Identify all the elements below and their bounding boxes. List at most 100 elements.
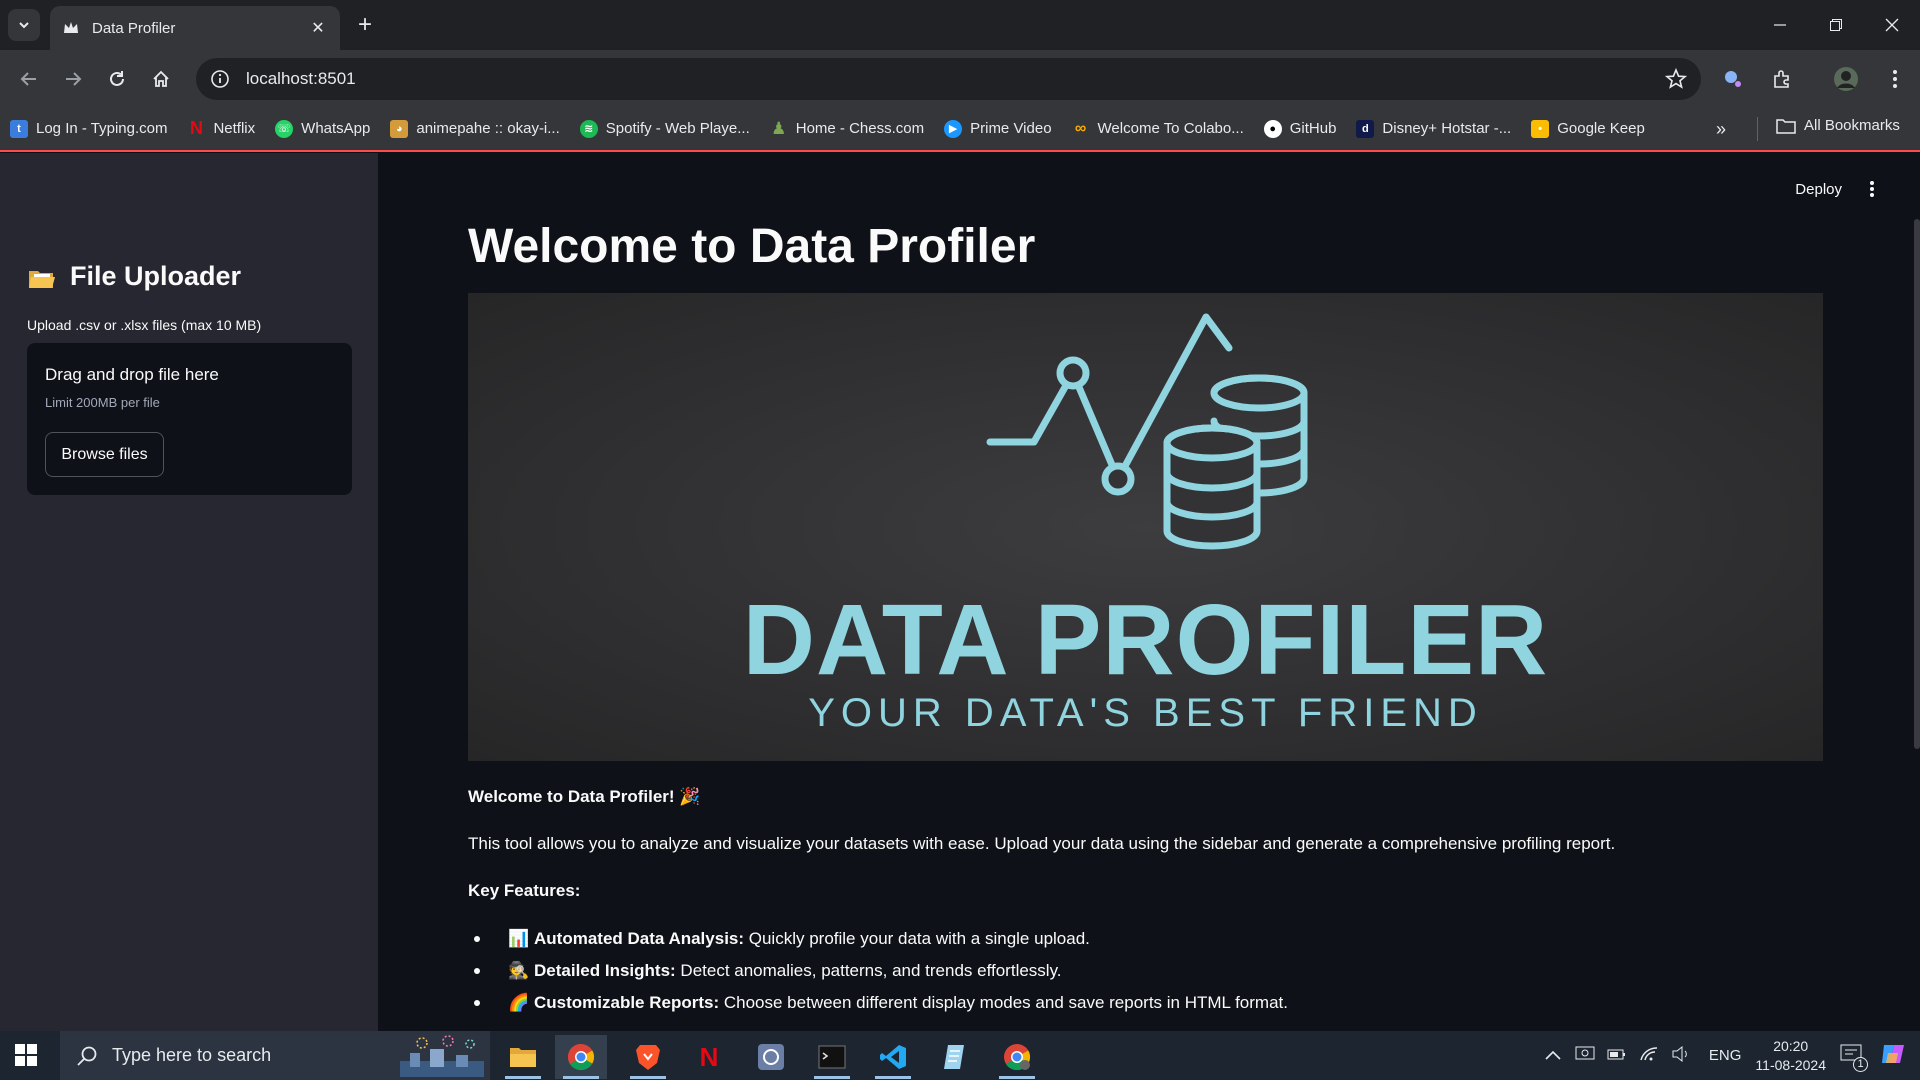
chrome-profile-icon[interactable] [991, 1035, 1043, 1079]
site-info-icon[interactable] [208, 67, 232, 91]
vscode-icon[interactable] [867, 1035, 919, 1079]
file-dropzone[interactable]: Drag and drop file here Limit 200MB per … [27, 343, 352, 495]
dropzone-limit: Limit 200MB per file [45, 395, 160, 410]
intro-content: Welcome to Data Profiler! 🎉 This tool al… [468, 783, 1823, 1019]
terminal-icon[interactable] [806, 1035, 858, 1079]
data-profiler-logo-icon [986, 313, 1308, 550]
chrome-icon[interactable] [555, 1035, 607, 1079]
feature-list: 📊 Automated Data Analysis: Quickly profi… [468, 923, 1823, 1019]
typing-icon: t [10, 119, 28, 138]
main-content: Deploy Welcome to Data Profiler DATA PRO… [378, 153, 1920, 1031]
github-icon: ● [1263, 119, 1282, 138]
taskbar-search[interactable]: Type here to search [60, 1031, 490, 1080]
file-explorer-icon[interactable] [497, 1035, 549, 1079]
profile-avatar[interactable] [1831, 64, 1861, 94]
restore-button[interactable] [1808, 0, 1864, 50]
bookmark-spotify[interactable]: ≋ Spotify - Web Playe... [579, 119, 750, 138]
bookmark-netflix[interactable]: N Netflix [187, 118, 255, 138]
list-item: 🕵 Detailed Insights: Detect anomalies, p… [468, 955, 1823, 987]
system-tray: ENG 20:20 11-08-2024 1 [1545, 1031, 1920, 1080]
close-tab-icon[interactable]: ✕ [308, 18, 328, 38]
bookmark-google-keep[interactable]: • Google Keep [1531, 119, 1645, 138]
extensions-icon[interactable] [1767, 64, 1797, 94]
notification-icon[interactable]: 1 [1840, 1044, 1868, 1072]
close-icon [1885, 18, 1899, 32]
prime-video-icon: ▶ [944, 119, 963, 138]
notepad-icon[interactable] [929, 1035, 981, 1079]
reload-button[interactable] [102, 64, 132, 94]
fireworks-icon [400, 1035, 484, 1077]
animepahe-icon: ◕ [390, 119, 409, 138]
wifi-icon[interactable] [1639, 1046, 1659, 1066]
chevron-down-icon [19, 22, 29, 29]
upload-label: Upload .csv or .xlsx files (max 10 MB) [27, 317, 262, 333]
reload-icon [110, 71, 124, 86]
back-button[interactable] [14, 64, 44, 94]
all-bookmarks-button[interactable]: All Bookmarks [1776, 117, 1900, 134]
bookmark-hotstar[interactable]: d Disney+ Hotstar -... [1356, 119, 1511, 138]
forward-button[interactable] [58, 64, 88, 94]
page-title: Welcome to Data Profiler [468, 220, 1036, 273]
url-text: localhost:8501 [246, 69, 356, 88]
bookmark-star-icon[interactable] [1664, 67, 1688, 95]
new-tab-button[interactable]: + [352, 12, 378, 38]
clock[interactable]: 20:20 11-08-2024 [1755, 1037, 1826, 1075]
search-icon [77, 1046, 97, 1066]
bar-chart-icon: 📊 [508, 928, 530, 948]
clock-time: 20:20 [1773, 1037, 1809, 1054]
browser-tab-active[interactable]: Data Profiler ✕ [50, 6, 340, 50]
volume-icon[interactable] [1671, 1045, 1691, 1066]
windows-start-icon[interactable] [14, 1043, 38, 1072]
arrow-left-icon [20, 72, 36, 86]
tab-search-button[interactable] [8, 9, 40, 41]
chevron-up-icon[interactable] [1545, 1047, 1561, 1064]
tab-title: Data Profiler [92, 19, 176, 37]
deploy-button[interactable]: Deploy [1795, 181, 1842, 198]
scrollbar[interactable] [1914, 219, 1920, 749]
bullet-icon [474, 935, 480, 942]
colab-icon: ∞ [1074, 119, 1087, 137]
detective-icon: 🕵 [508, 960, 530, 980]
close-window-button[interactable] [1864, 0, 1920, 50]
minimize-button[interactable] [1752, 0, 1808, 50]
bookmark-typing[interactable]: t Log In - Typing.com [10, 119, 167, 138]
netflix-app-icon[interactable]: N [683, 1035, 735, 1079]
browser-toolbar: localhost:8501 [0, 50, 1920, 107]
battery-icon[interactable] [1607, 1047, 1627, 1065]
search-placeholder: Type here to search [112, 1045, 272, 1065]
bookmark-prime-video[interactable]: ▶ Prime Video [944, 119, 1052, 138]
feature-text: Quickly profile your data with a single … [744, 928, 1090, 948]
banner-title: DATA PROFILER [742, 584, 1549, 696]
meet-now-icon[interactable] [1575, 1045, 1595, 1067]
banner-subtitle: YOUR DATA'S BEST FRIEND [808, 691, 1483, 735]
lens-icon[interactable] [1718, 64, 1748, 94]
bookmark-chess[interactable]: ♟ Home - Chess.com [770, 119, 924, 138]
address-bar[interactable]: localhost:8501 [196, 58, 1701, 100]
copilot-icon[interactable] [1880, 1041, 1906, 1071]
feature-text: Choose between different display modes a… [719, 992, 1288, 1012]
bookmark-colab[interactable]: ∞ Welcome To Colabo... [1072, 120, 1244, 138]
home-button[interactable] [146, 64, 176, 94]
rainbow-icon: 🌈 [508, 992, 530, 1012]
crown-icon [62, 19, 80, 37]
language-indicator[interactable]: ENG [1709, 1047, 1742, 1064]
main-menu-icon[interactable] [1862, 179, 1882, 199]
browse-files-button[interactable]: Browse files [45, 432, 164, 477]
description-text: This tool allows you to analyze and visu… [468, 834, 1616, 854]
clock-date: 11-08-2024 [1755, 1056, 1826, 1073]
sidebar: File Uploader Upload .csv or .xlsx files… [0, 153, 378, 1031]
minimize-icon [1774, 24, 1786, 26]
more-bookmarks-icon[interactable]: » [1716, 119, 1726, 140]
feature-name: Customizable Reports: [534, 992, 720, 1012]
app-circle-icon[interactable] [745, 1035, 797, 1079]
bookmark-whatsapp[interactable]: ☏ WhatsApp [275, 119, 370, 138]
open-folder-icon [28, 266, 56, 288]
folder-icon [1776, 118, 1796, 134]
spotify-icon: ≋ [579, 119, 598, 138]
bookmarks-divider [1757, 117, 1758, 141]
chrome-menu-icon[interactable] [1880, 64, 1910, 94]
brave-icon[interactable] [622, 1035, 674, 1079]
bookmark-github[interactable]: ● GitHub [1263, 119, 1336, 138]
feature-text: Detect anomalies, patterns, and trends e… [675, 960, 1062, 980]
bookmark-animepahe[interactable]: ◕ animepahe :: okay-i... [390, 119, 560, 138]
